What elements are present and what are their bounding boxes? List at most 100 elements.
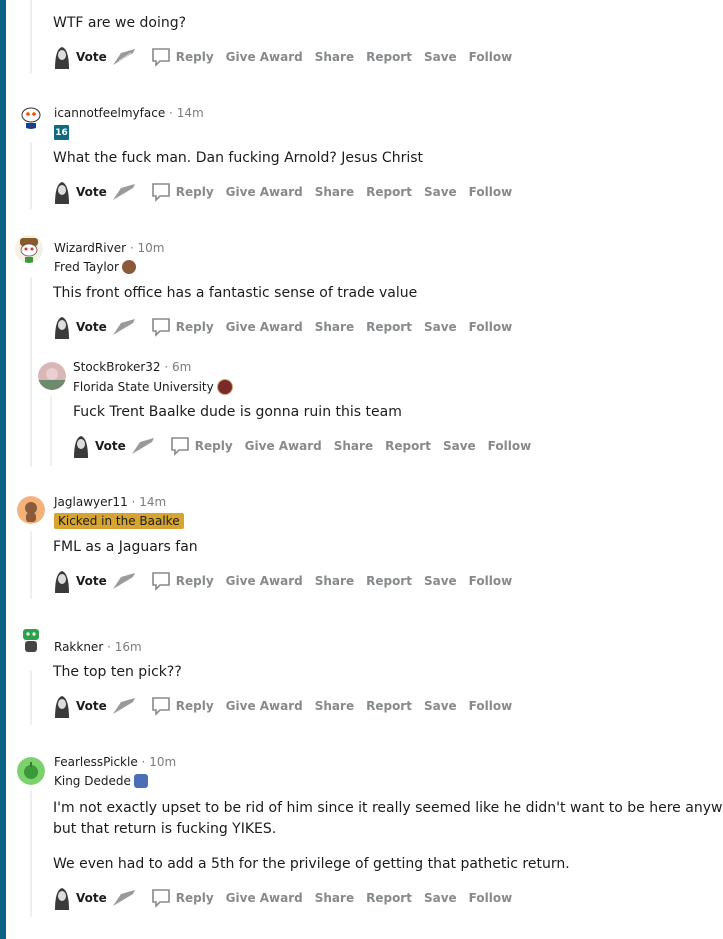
reply-icon[interactable] <box>151 888 171 908</box>
reply-button[interactable]: Reply <box>176 185 214 199</box>
username-link[interactable]: Jaglawyer11 <box>54 495 128 509</box>
follow-button[interactable]: Follow <box>469 320 513 334</box>
reply-icon[interactable] <box>151 47 171 67</box>
share-button[interactable]: Share <box>315 699 354 713</box>
username-link[interactable]: icannotfeelmyface <box>54 106 165 120</box>
avatar[interactable] <box>17 496 45 524</box>
reply-button[interactable]: Reply <box>176 574 214 588</box>
seminole-icon <box>216 379 233 395</box>
vote-button[interactable]: Vote <box>52 45 111 69</box>
thread-line[interactable] <box>30 277 32 467</box>
comment-meta: Rakkner · 16m <box>54 640 142 654</box>
reply-icon[interactable] <box>170 436 190 456</box>
reply-icon[interactable] <box>151 317 171 337</box>
user-flair: Kicked in the Baalke <box>54 513 184 529</box>
award-icon[interactable] <box>130 436 156 456</box>
reply-button[interactable]: Reply <box>176 891 214 905</box>
report-button[interactable]: Report <box>366 185 412 199</box>
award-icon[interactable] <box>111 696 137 716</box>
comment-action-bar: Vote Reply Give Award Share Report Save … <box>52 694 524 718</box>
share-button[interactable]: Share <box>315 320 354 334</box>
award-icon[interactable] <box>111 47 137 67</box>
comment-body-line: but that return is fucking YIKES. <box>53 821 277 837</box>
reply-icon[interactable] <box>151 182 171 202</box>
give-award-button[interactable]: Give Award <box>226 320 303 334</box>
avatar[interactable] <box>17 101 45 129</box>
share-button[interactable]: Share <box>334 439 373 453</box>
save-button[interactable]: Save <box>424 320 457 334</box>
timestamp[interactable]: 6m <box>172 360 191 374</box>
timestamp[interactable]: 10m <box>149 755 176 769</box>
follow-button[interactable]: Follow <box>469 891 513 905</box>
vote-button[interactable]: Vote <box>52 886 111 910</box>
timestamp[interactable]: 16m <box>115 640 142 654</box>
vote-button[interactable]: Vote <box>52 569 111 593</box>
award-icon[interactable] <box>111 182 137 202</box>
thread-line[interactable] <box>50 396 52 466</box>
username-link[interactable]: WizardRiver <box>54 241 126 255</box>
timestamp[interactable]: 14m <box>139 495 166 509</box>
vote-avatar-icon <box>74 436 88 458</box>
vote-button[interactable]: Vote <box>52 180 111 204</box>
username-link[interactable]: FearlessPickle <box>54 755 138 769</box>
thread-line[interactable] <box>30 0 32 74</box>
give-award-button[interactable]: Give Award <box>245 439 322 453</box>
reply-icon[interactable] <box>151 696 171 716</box>
avatar[interactable] <box>17 626 45 654</box>
share-button[interactable]: Share <box>315 891 354 905</box>
separator: · <box>141 755 146 769</box>
save-button[interactable]: Save <box>424 891 457 905</box>
give-award-button[interactable]: Give Award <box>226 50 303 64</box>
share-button[interactable]: Share <box>315 50 354 64</box>
follow-button[interactable]: Follow <box>469 185 513 199</box>
username-link[interactable]: StockBroker32 <box>73 360 161 374</box>
save-button[interactable]: Save <box>424 185 457 199</box>
save-button[interactable]: Save <box>424 50 457 64</box>
comment-body: This front office has a fantastic sense … <box>53 285 418 301</box>
report-button[interactable]: Report <box>366 574 412 588</box>
thread-line[interactable] <box>30 531 32 599</box>
comment-meta: Jaglawyer11 · 14m <box>54 495 166 509</box>
award-icon[interactable] <box>111 571 137 591</box>
report-button[interactable]: Report <box>366 699 412 713</box>
give-award-button[interactable]: Give Award <box>226 574 303 588</box>
thread-line[interactable] <box>30 790 32 917</box>
award-icon[interactable] <box>111 888 137 908</box>
reply-button[interactable]: Reply <box>176 699 214 713</box>
follow-button[interactable]: Follow <box>488 439 532 453</box>
report-button[interactable]: Report <box>366 320 412 334</box>
reply-button[interactable]: Reply <box>176 50 214 64</box>
vote-label: Vote <box>76 185 107 199</box>
reply-button[interactable]: Reply <box>195 439 233 453</box>
vote-button[interactable]: Vote <box>52 315 111 339</box>
share-button[interactable]: Share <box>315 574 354 588</box>
timestamp[interactable]: 10m <box>138 241 165 255</box>
reply-icon[interactable] <box>151 571 171 591</box>
share-button[interactable]: Share <box>315 185 354 199</box>
vote-label: Vote <box>76 320 107 334</box>
report-button[interactable]: Report <box>366 50 412 64</box>
save-button[interactable]: Save <box>443 439 476 453</box>
separator: · <box>164 360 169 374</box>
thread-line[interactable] <box>30 142 32 210</box>
give-award-button[interactable]: Give Award <box>226 185 303 199</box>
save-button[interactable]: Save <box>424 574 457 588</box>
save-button[interactable]: Save <box>424 699 457 713</box>
follow-button[interactable]: Follow <box>469 50 513 64</box>
timestamp[interactable]: 14m <box>177 106 204 120</box>
follow-button[interactable]: Follow <box>469 699 513 713</box>
award-icon[interactable] <box>111 317 137 337</box>
avatar[interactable] <box>15 235 43 263</box>
thread-line[interactable] <box>30 670 32 725</box>
report-button[interactable]: Report <box>385 439 431 453</box>
give-award-button[interactable]: Give Award <box>226 699 303 713</box>
follow-button[interactable]: Follow <box>469 574 513 588</box>
report-button[interactable]: Report <box>366 891 412 905</box>
username-link[interactable]: Rakkner <box>54 640 103 654</box>
vote-button[interactable]: Vote <box>52 694 111 718</box>
vote-button[interactable]: Vote <box>71 434 130 458</box>
avatar[interactable] <box>38 362 66 390</box>
give-award-button[interactable]: Give Award <box>226 891 303 905</box>
avatar[interactable] <box>17 757 45 785</box>
reply-button[interactable]: Reply <box>176 320 214 334</box>
